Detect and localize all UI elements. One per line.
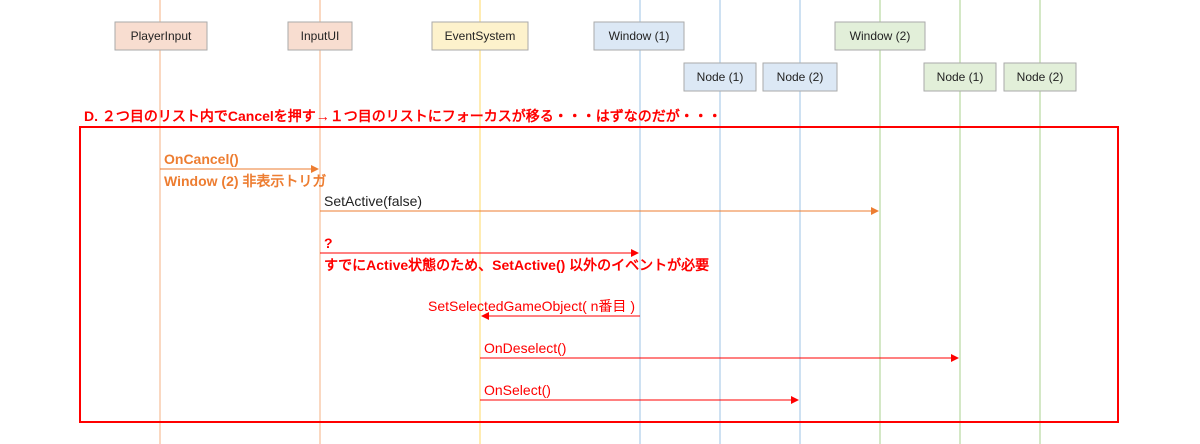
message-ondeselect-label: OnDeselect() [484,340,566,356]
scenario-title: D. ２つ目のリスト内でCancelを押す→１つ目のリストにフォーカスが移る・・… [84,108,722,124]
participant-label: InputUI [301,29,340,43]
participant-label: Node (1) [697,70,744,84]
scenario-frame [79,126,1119,423]
message-window2-hide-trigger-label: Window (2) 非表示トリガ [164,173,326,189]
message-onselect-label: OnSelect() [484,382,551,398]
participant-window1-node1: Node (1) [683,62,757,92]
sequence-diagram: PlayerInput InputUI EventSystem Window (… [79,0,1119,444]
participant-label: Node (2) [1017,70,1064,84]
message-question-label: ? [324,235,333,251]
participant-playerinput: PlayerInput [114,21,208,51]
message-setactive-label: SetActive(false) [324,193,422,209]
participant-window1-node2: Node (2) [762,62,838,92]
participant-label: EventSystem [445,29,516,43]
participant-label: Node (2) [777,70,824,84]
participant-window2-node1: Node (1) [923,62,997,92]
participant-label: PlayerInput [131,29,192,43]
message-setselected-label: SetSelectedGameObject( n番目 ) [428,298,635,314]
participant-label: Window (1) [609,29,670,43]
participant-inputui: InputUI [287,21,353,51]
participant-label: Node (1) [937,70,984,84]
message-active-note-label: すでにActive状態のため、SetActive() 以外のイベントが必要 [324,257,709,273]
message-oncancel-label: OnCancel() [164,151,239,167]
participant-window2-node2: Node (2) [1003,62,1077,92]
participant-label: Window (2) [850,29,911,43]
participant-window2: Window (2) [834,21,926,51]
participant-eventsystem: EventSystem [431,21,529,51]
participant-window1: Window (1) [593,21,685,51]
